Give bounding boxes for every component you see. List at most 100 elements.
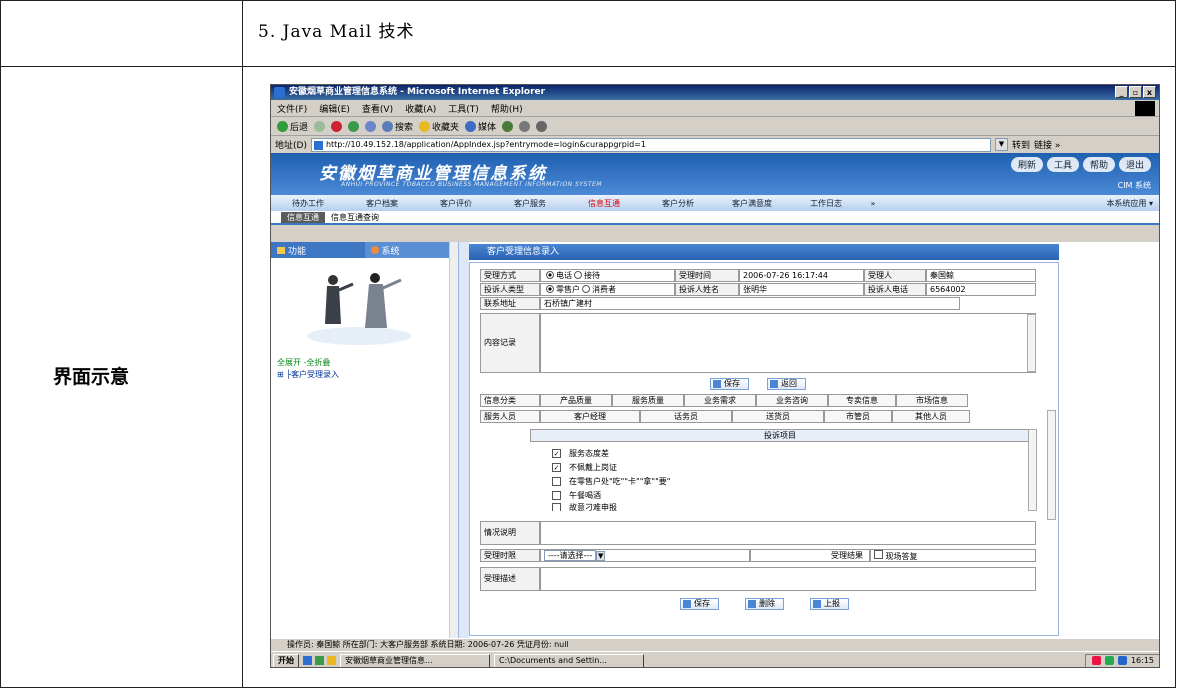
complaint-checkbox-2[interactable] <box>552 477 561 486</box>
radio-phone[interactable] <box>546 271 554 279</box>
complainant-name-field[interactable]: 张明华 <box>739 283 864 296</box>
content-textarea[interactable] <box>540 313 1036 373</box>
menu-edit[interactable]: 编辑(E) <box>319 102 350 115</box>
nav-customer-eval[interactable]: 客户评价 <box>419 198 493 209</box>
nav-more[interactable]: » <box>863 199 883 208</box>
nav-work-log[interactable]: 工作日志 <box>789 198 863 209</box>
favorites-button[interactable]: 收藏夹 <box>419 120 459 133</box>
complaint-scrollbar[interactable] <box>1028 429 1037 511</box>
nav-todo[interactable]: 待办工作 <box>271 198 345 209</box>
nav-system-apps[interactable]: 本系统应用 ▾ <box>1106 198 1159 209</box>
menu-tools[interactable]: 工具(T) <box>448 102 479 115</box>
left-pane: 功能 系统 全展开 -全折叠 ⊞ ├客户受理录入 <box>271 242 459 638</box>
complaint-checkbox-0[interactable]: ✓ <box>552 449 561 458</box>
table-border-top <box>0 0 1176 1</box>
staff-other[interactable]: 其他人员 <box>892 410 970 423</box>
clock: 16:15 <box>1130 655 1154 665</box>
media-button[interactable]: 媒体 <box>465 120 496 133</box>
tools-link[interactable]: 工具 <box>1046 157 1079 172</box>
tray-icon[interactable] <box>1104 656 1114 665</box>
complaint-checkbox-3[interactable] <box>552 491 561 500</box>
category-service-quality[interactable]: 服务质量 <box>612 394 684 407</box>
situation-textarea[interactable] <box>540 521 1036 545</box>
menu-view[interactable]: 查看(V) <box>362 102 393 115</box>
menu-file[interactable]: 文件(F) <box>277 102 307 115</box>
task-browser[interactable]: 安徽烟草商业管理信息... <box>340 653 490 667</box>
address-dropdown-button[interactable]: ▼ <box>994 138 1008 151</box>
deadline-select[interactable]: ----请选择--- <box>544 550 597 561</box>
radio-consumer[interactable] <box>582 285 590 293</box>
tray-icon[interactable] <box>1091 656 1101 665</box>
maximize-button[interactable]: ▫ <box>1129 86 1142 98</box>
nav-info-exchange[interactable]: 信息互通 <box>567 198 641 209</box>
tab-function[interactable]: 功能 <box>271 242 365 258</box>
report-button[interactable]: 上报 <box>810 597 849 610</box>
pane-splitter[interactable] <box>459 242 469 638</box>
acceptor-field[interactable]: 秦国鲸 <box>926 269 1036 282</box>
help-link[interactable]: 帮助 <box>1082 157 1115 172</box>
content-scrollbar[interactable] <box>1027 314 1036 372</box>
complaint-checkbox-4[interactable] <box>552 503 561 511</box>
nav-satisfaction[interactable]: 客户满意度 <box>715 198 789 209</box>
refresh-button[interactable] <box>348 120 360 132</box>
staff-scrollbar[interactable] <box>1047 410 1056 520</box>
menu-help[interactable]: 帮助(H) <box>491 102 523 115</box>
mail-button[interactable] <box>519 120 531 132</box>
category-market-info[interactable]: 市场信息 <box>896 394 968 407</box>
save-button[interactable]: 保存 <box>680 597 719 610</box>
nav-customer-files[interactable]: 客户档案 <box>345 198 419 209</box>
label-category: 信息分类 <box>480 394 540 407</box>
links-button[interactable]: 链接 » <box>1034 138 1060 151</box>
address-field[interactable]: 石桥镇广建村 <box>540 297 960 310</box>
staff-market-manager[interactable]: 市管员 <box>824 410 892 423</box>
logout-link[interactable]: 退出 <box>1118 157 1151 172</box>
start-button[interactable]: 开始 <box>273 653 299 667</box>
left-scrollbar[interactable] <box>449 242 458 638</box>
menu-favorites[interactable]: 收藏(A) <box>405 102 436 115</box>
go-button[interactable]: 转到 <box>1012 138 1030 151</box>
desktop-icon[interactable] <box>315 656 324 665</box>
address-input[interactable]: http://10.49.152.18/application/AppIndex… <box>310 137 991 152</box>
tab-system[interactable]: 系统 <box>364 242 458 258</box>
nav-customer-analysis[interactable]: 客户分析 <box>641 198 715 209</box>
tree-item-customer-entry[interactable]: ⊞ ├客户受理录入 <box>277 369 339 380</box>
tray-icon[interactable] <box>1117 656 1127 665</box>
minimize-button[interactable]: _ <box>1115 86 1128 98</box>
category-business-demand[interactable]: 业务需求 <box>684 394 756 407</box>
refresh-link[interactable]: 刷新 <box>1010 157 1043 172</box>
subnav-info-exchange[interactable]: 信息互通 <box>281 211 325 223</box>
ie-quicklaunch-icon[interactable] <box>303 656 312 665</box>
expand-collapse-links[interactable]: 全展开 -全折叠 <box>277 357 330 368</box>
home-button[interactable] <box>365 120 377 132</box>
radio-reception[interactable] <box>574 271 582 279</box>
stop-button[interactable] <box>331 120 343 132</box>
onsite-checkbox[interactable] <box>874 550 883 559</box>
desc-textarea[interactable] <box>540 567 1036 591</box>
task-explorer[interactable]: C:\Documents and Settin... <box>494 653 644 667</box>
category-monopoly-info[interactable]: 专卖信息 <box>828 394 896 407</box>
back-button[interactable]: 后退 <box>277 120 308 133</box>
right-pane: 客户受理信息录入 受理方式 电话 接待 受理时间 2006-07-26 16:17… <box>469 242 1159 638</box>
category-product-quality[interactable]: 产品质量 <box>540 394 612 407</box>
return-button[interactable]: 返回 <box>767 377 806 390</box>
print-button[interactable] <box>536 120 548 132</box>
save-content-button[interactable]: 保存 <box>710 377 749 390</box>
complaint-checkbox-1[interactable]: ✓ <box>552 463 561 472</box>
chevron-down-icon[interactable]: ▼ <box>596 551 606 561</box>
forward-button[interactable] <box>314 120 326 132</box>
staff-account-manager[interactable]: 客户经理 <box>540 410 640 423</box>
history-button[interactable] <box>502 120 514 132</box>
subnav-info-query[interactable]: 信息互通查询 <box>331 212 379 223</box>
staff-operator[interactable]: 话务员 <box>640 410 732 423</box>
accept-time-field[interactable]: 2006-07-26 16:17:44 <box>739 269 864 282</box>
radio-retailer[interactable] <box>546 285 554 293</box>
close-button[interactable]: x <box>1143 86 1156 98</box>
category-business-consult[interactable]: 业务咨询 <box>756 394 828 407</box>
media-quicklaunch-icon[interactable] <box>327 656 336 665</box>
staff-delivery[interactable]: 送货员 <box>732 410 824 423</box>
label-accept-time: 受理时间 <box>675 269 739 282</box>
complainant-phone-field[interactable]: 6564002 <box>926 283 1036 296</box>
nav-customer-service[interactable]: 客户服务 <box>493 198 567 209</box>
delete-button[interactable]: 删除 <box>745 597 784 610</box>
search-button[interactable]: 搜索 <box>382 120 413 133</box>
